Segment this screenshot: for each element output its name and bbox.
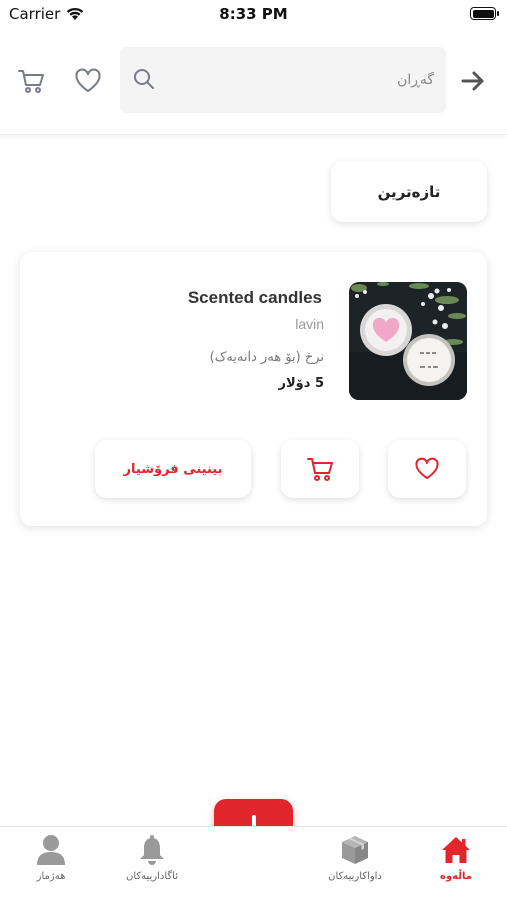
cart-button[interactable] [13, 63, 49, 99]
nav-item-home[interactable]: ماڵەوە [420, 827, 492, 900]
cart-icon [307, 458, 333, 481]
header [0, 30, 507, 135]
user-icon [37, 835, 65, 865]
search-bar[interactable] [120, 47, 446, 113]
search-input[interactable] [168, 47, 434, 113]
product-title[interactable]: Scented candles [82, 288, 322, 308]
back-button[interactable] [455, 63, 491, 99]
newest-filter-button[interactable]: تازەترین [331, 161, 487, 222]
add-to-cart-button[interactable] [281, 440, 359, 498]
bottom-nav: هەژمار ئاگادارییەکان داواکارییەکان ماڵەو… [0, 826, 507, 900]
status-time: 8:33 PM [219, 5, 288, 23]
product-image[interactable] [349, 282, 467, 400]
nav-item-account[interactable]: هەژمار [15, 827, 87, 900]
status-bar: Carrier 8:33 PM [0, 0, 507, 28]
cart-icon [18, 70, 44, 93]
price-value: 5 دۆلار [278, 376, 325, 391]
candles-photo [349, 282, 467, 400]
search-icon[interactable] [132, 67, 156, 95]
favorites-button[interactable] [70, 63, 106, 99]
add-to-favorites-button[interactable] [388, 440, 466, 498]
battery-icon [470, 7, 499, 20]
nav-label-orders: داواکارییەکان [328, 871, 382, 882]
nav-item-notifications[interactable]: ئاگادارییەکان [110, 827, 194, 900]
product-seller: lavin [295, 316, 324, 332]
nav-label-home: ماڵەوە [440, 871, 472, 882]
nav-label-account: هەژمار [36, 871, 66, 882]
bell-icon [140, 835, 164, 865]
heart-icon [415, 457, 439, 479]
nav-item-orders[interactable]: داواکارییەکان [315, 827, 395, 900]
product-card[interactable]: Scented candles lavin نرخ (بۆ هەر دانەیە… [20, 252, 487, 526]
heart-icon [75, 68, 101, 92]
arrow-right-icon [461, 71, 484, 91]
nav-label-notifications: ئاگادارییەکان [125, 871, 178, 882]
box-icon [342, 836, 368, 864]
home-icon [442, 837, 470, 863]
view-seller-button[interactable]: بینینی فرۆشیار [95, 440, 251, 498]
price-label: نرخ (بۆ هەر دانەیەک) [209, 350, 324, 365]
